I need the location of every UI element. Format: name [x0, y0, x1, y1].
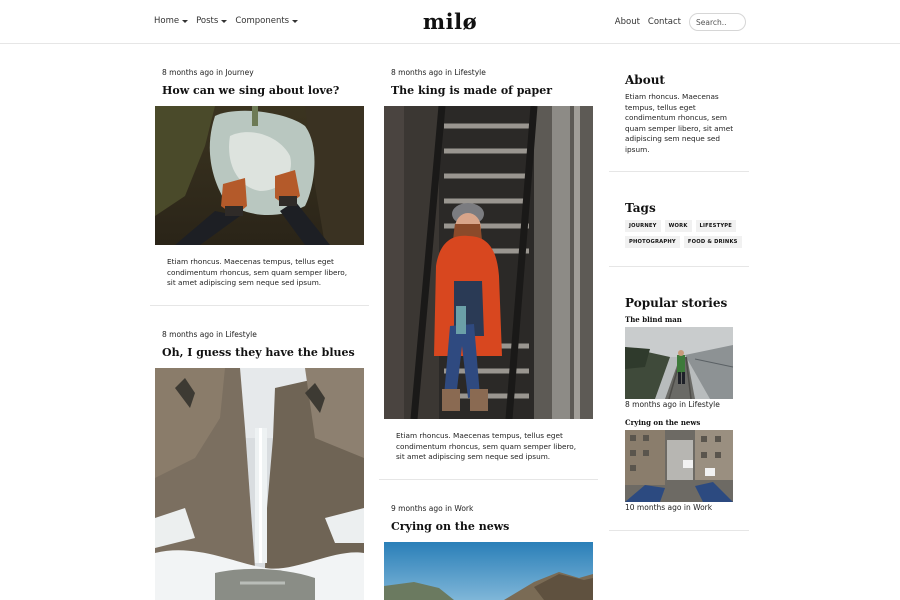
tag-work[interactable]: WORK: [664, 220, 692, 232]
story-meta: 10 months ago in Work: [625, 503, 713, 512]
post-card: 9 months ago in Work Crying on the news: [379, 504, 598, 533]
sidebar-divider: [609, 171, 749, 172]
post-meta: 8 months ago in Journey: [162, 68, 254, 77]
post-meta: 8 months ago in Lifestyle: [391, 68, 486, 77]
about-text: Etiam rhoncus. Maecenas tempus, tellus e…: [625, 92, 734, 154]
site-header: Home Posts Components milø About Contact: [0, 0, 900, 44]
search-input[interactable]: [689, 13, 746, 31]
post-card: 8 months ago in Journey How can we sing …: [150, 68, 369, 97]
post-excerpt: Etiam rhoncus. Maecenas tempus, tellus e…: [167, 257, 348, 288]
post-title[interactable]: The king is made of paper: [379, 84, 598, 97]
story-title[interactable]: The blind man: [625, 315, 682, 324]
tags-heading: Tags: [625, 201, 656, 215]
story-image-railway[interactable]: [625, 327, 733, 399]
post-divider: [379, 479, 598, 480]
sidebar-divider: [609, 530, 749, 531]
tag-list: JOURNEY WORK LIFESTYPE PHOTOGRAPHY FOOD …: [625, 220, 745, 248]
tag-lifestype[interactable]: LIFESTYPE: [695, 220, 737, 232]
nav-about[interactable]: About: [615, 17, 640, 27]
popular-heading: Popular stories: [625, 296, 728, 310]
story-meta: 8 months ago in Lifestyle: [625, 400, 720, 409]
post-card: 8 months ago in Lifestyle Oh, I guess th…: [150, 330, 369, 359]
post-image-waterfall[interactable]: [155, 368, 364, 600]
site-logo[interactable]: milø: [0, 9, 900, 34]
nav-contact[interactable]: Contact: [648, 17, 681, 27]
post-meta: 9 months ago in Work: [391, 504, 474, 513]
post-card: 8 months ago in Lifestyle The king is ma…: [379, 68, 598, 97]
post-divider: [150, 305, 369, 306]
about-heading: About: [625, 73, 665, 87]
post-title[interactable]: Crying on the news: [379, 520, 598, 533]
post-image-boots-cliff[interactable]: [155, 106, 364, 245]
post-excerpt: Etiam rhoncus. Maecenas tempus, tellus e…: [396, 431, 577, 462]
tag-food-drinks[interactable]: FOOD & DRINKS: [683, 236, 742, 248]
story-title[interactable]: Crying on the news: [625, 418, 700, 427]
secondary-nav: About Contact: [615, 13, 746, 31]
tag-journey[interactable]: JOURNEY: [625, 220, 661, 232]
post-meta: 8 months ago in Lifestyle: [162, 330, 257, 339]
story-image-rooftop[interactable]: [625, 430, 733, 502]
post-image-mountains[interactable]: [384, 542, 593, 600]
post-title[interactable]: How can we sing about love?: [150, 84, 369, 97]
post-image-woman-stairs[interactable]: [384, 106, 593, 419]
tag-photography[interactable]: PHOTOGRAPHY: [625, 236, 680, 248]
post-title[interactable]: Oh, I guess they have the blues: [150, 346, 369, 359]
sidebar-divider: [609, 266, 749, 267]
